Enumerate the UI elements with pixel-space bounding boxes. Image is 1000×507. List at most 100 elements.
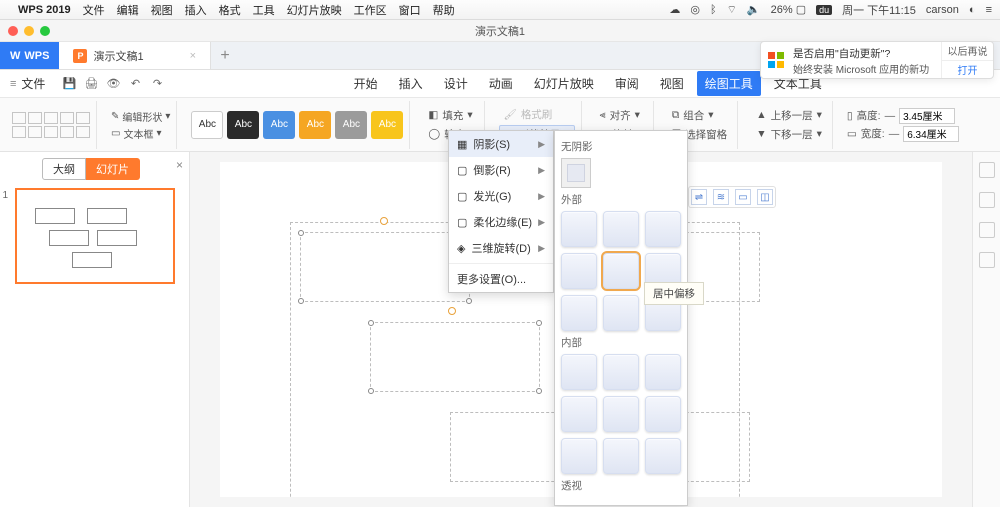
inner-shadow-1[interactable] (561, 354, 597, 390)
wps-home-tab[interactable]: WWPS (0, 42, 59, 69)
menu-file[interactable]: 文件 (83, 2, 105, 18)
tab-slides[interactable]: 幻灯片 (86, 158, 140, 180)
swatch-6[interactable]: Abc (371, 111, 403, 139)
inner-shadow-3[interactable] (645, 354, 681, 390)
fx-shadow[interactable]: ▦ 阴影(S)▶ (449, 131, 553, 157)
menu-help[interactable]: 帮助 (433, 2, 455, 18)
maximize-icon[interactable] (40, 26, 50, 36)
status-battery[interactable]: 26% ▢ (771, 3, 806, 16)
cat-anim[interactable]: 动画 (481, 71, 521, 96)
floating-toolbar[interactable]: ⇌ ≋ ▭ ◫ (688, 186, 776, 208)
menu-edit[interactable]: 编辑 (117, 2, 139, 18)
width-input[interactable] (903, 126, 959, 142)
fx-reflection[interactable]: ▢ 倒影(R)▶ (449, 157, 553, 183)
tab-close-icon[interactable]: × (190, 50, 196, 62)
mini-icon-1[interactable]: ⇌ (691, 189, 707, 205)
group-button[interactable]: ⧉ 组合 ▾ (668, 107, 731, 124)
height-input[interactable] (899, 108, 955, 124)
swatch-5[interactable]: Abc (335, 111, 367, 139)
app-name[interactable]: WPS 2019 (18, 4, 71, 16)
qat-undo-icon[interactable]: ↶ (126, 76, 144, 92)
outer-shadow-4[interactable] (561, 253, 597, 289)
fx-more[interactable]: 更多设置(O)... (449, 266, 553, 292)
cat-slideshow[interactable]: 幻灯片放映 (526, 71, 602, 96)
inner-shadow-4[interactable] (561, 396, 597, 432)
inner-shadow-6[interactable] (645, 396, 681, 432)
minimize-icon[interactable] (24, 26, 34, 36)
format-painter-button[interactable]: 🖌 格式刷 (499, 106, 574, 123)
status-clock[interactable]: 周一 下午11:15 (842, 2, 916, 18)
menu-format[interactable]: 格式 (219, 2, 241, 18)
send-backward-button[interactable]: ▼ 下移一层 ▾ (752, 126, 826, 143)
edit-shape-button[interactable]: ✎ 编辑形状 ▾ (111, 109, 170, 124)
inner-shadow-5[interactable] (603, 396, 639, 432)
status-du-icon[interactable]: du (816, 5, 832, 15)
slide-thumbnail[interactable]: 1 (15, 188, 175, 284)
swatch-1[interactable]: Abc (191, 111, 223, 139)
menu-window[interactable]: 窗口 (399, 2, 421, 18)
qat-print-icon[interactable]: 🖨 (82, 76, 100, 92)
outer-shadow-2[interactable] (603, 211, 639, 247)
cat-drawtools[interactable]: 绘图工具 (697, 71, 761, 96)
textbox-button[interactable]: ▭ 文本框 ▾ (111, 126, 170, 141)
rside-icon-1[interactable] (979, 162, 995, 178)
status-user[interactable]: carson (926, 4, 959, 16)
cat-insert[interactable]: 插入 (391, 71, 431, 96)
style-swatches[interactable]: Abc Abc Abc Abc Abc Abc (191, 111, 403, 139)
ribbon-file[interactable]: 文件 (21, 75, 45, 92)
inner-shadow-7[interactable] (561, 438, 597, 474)
fx-softedge[interactable]: ▢ 柔化边缘(E)▶ (449, 209, 553, 235)
width-field[interactable]: ▭ 宽度: — (847, 126, 959, 142)
qat-redo-icon[interactable]: ↷ (148, 76, 166, 92)
height-field[interactable]: ▯ 高度: — (847, 108, 959, 124)
rside-icon-2[interactable] (979, 192, 995, 208)
status-wifi-icon[interactable]: ⌔ (727, 3, 737, 17)
qat-preview-icon[interactable]: 👁 (104, 76, 122, 92)
inner-shadow-8[interactable] (603, 438, 639, 474)
cat-design[interactable]: 设计 (436, 71, 476, 96)
status-siri-icon[interactable]: ◐ (969, 4, 976, 16)
swatch-2[interactable]: Abc (227, 111, 259, 139)
rside-icon-4[interactable] (979, 252, 995, 268)
mini-icon-4[interactable]: ◫ (757, 189, 773, 205)
qat-save-icon[interactable]: 💾 (60, 76, 78, 92)
menu-view[interactable]: 视图 (151, 2, 173, 18)
new-tab-button[interactable]: + (211, 42, 239, 69)
outer-shadow-1[interactable] (561, 211, 597, 247)
menu-insert[interactable]: 插入 (185, 2, 207, 18)
outer-shadow-3[interactable] (645, 211, 681, 247)
fill-button[interactable]: ◧ 填充 ▾ (424, 107, 478, 124)
fx-3drotate[interactable]: ◈ 三维旋转(D)▶ (449, 235, 553, 261)
status-notif-icon[interactable]: ≡ (986, 4, 992, 16)
bring-forward-button[interactable]: ▲ 上移一层 ▾ (752, 107, 826, 124)
align-button[interactable]: ⫷ 对齐 ▾ (596, 107, 647, 124)
menu-tools[interactable]: 工具 (253, 2, 275, 18)
tab-outline[interactable]: 大纲 (42, 158, 86, 180)
status-wechat-icon[interactable]: ☁ (669, 3, 680, 16)
panel-close-icon[interactable]: × (176, 158, 183, 172)
cat-home[interactable]: 开始 (346, 71, 386, 96)
cat-view[interactable]: 视图 (652, 71, 692, 96)
status-bt-icon[interactable]: ᛒ (710, 4, 717, 16)
toast-later-button[interactable]: 以后再说 (942, 42, 993, 61)
mini-icon-3[interactable]: ▭ (735, 189, 751, 205)
shape-picker[interactable] (12, 112, 90, 138)
outer-shadow-7[interactable] (561, 295, 597, 331)
inner-shadow-2[interactable] (603, 354, 639, 390)
menu-icon[interactable]: ≡ (10, 78, 16, 90)
outer-shadow-8[interactable] (603, 295, 639, 331)
inner-shadow-9[interactable] (645, 438, 681, 474)
fx-glow[interactable]: ▢ 发光(G)▶ (449, 183, 553, 209)
close-icon[interactable] (8, 26, 18, 36)
status-cast-icon[interactable]: ◎ (690, 3, 700, 16)
swatch-3[interactable]: Abc (263, 111, 295, 139)
menu-slideshow[interactable]: 幻灯片放映 (287, 2, 342, 18)
document-tab[interactable]: P 演示文稿1 × (59, 42, 211, 69)
toast-open-button[interactable]: 打开 (942, 61, 993, 79)
rside-icon-3[interactable] (979, 222, 995, 238)
mini-icon-2[interactable]: ≋ (713, 189, 729, 205)
status-vol-icon[interactable]: 🔈 (747, 3, 761, 16)
cat-review[interactable]: 审阅 (607, 71, 647, 96)
swatch-4[interactable]: Abc (299, 111, 331, 139)
no-shadow-option[interactable] (561, 158, 591, 188)
